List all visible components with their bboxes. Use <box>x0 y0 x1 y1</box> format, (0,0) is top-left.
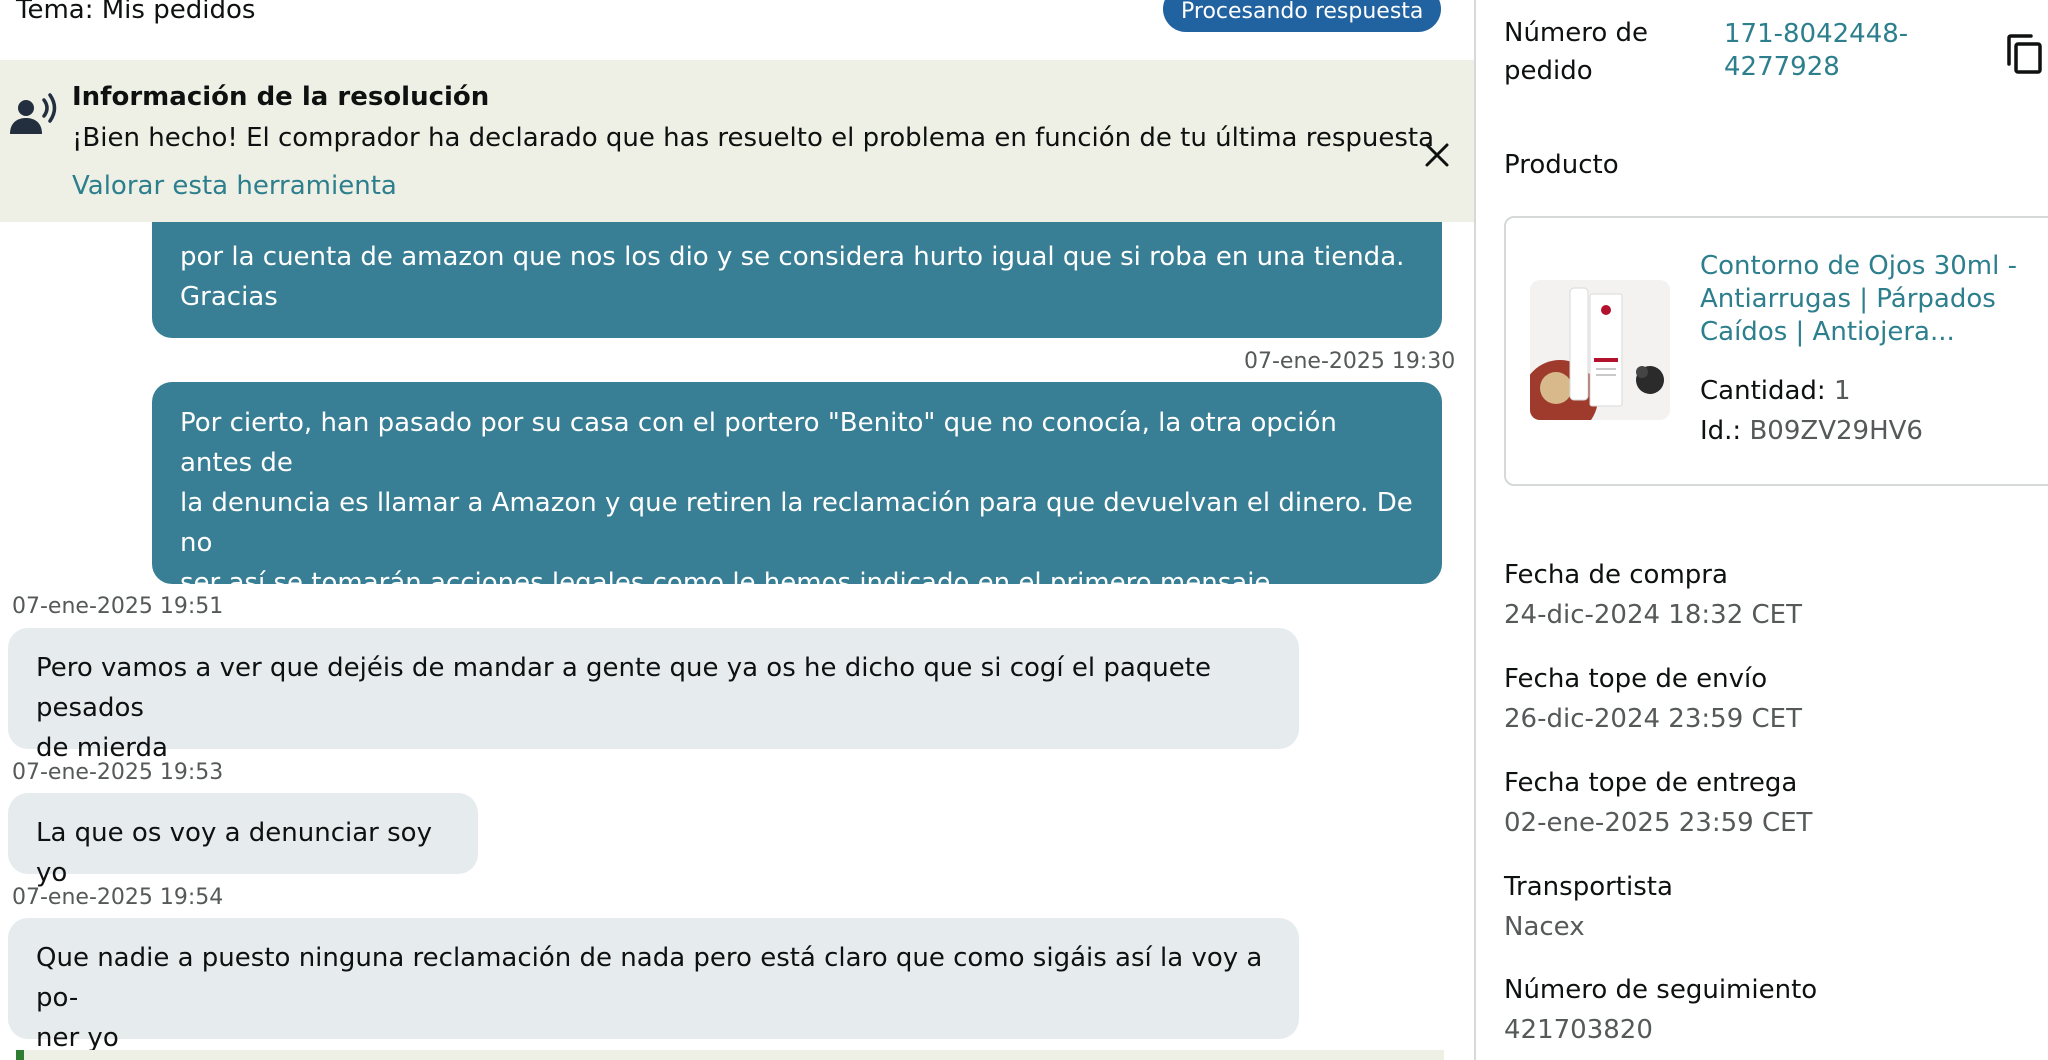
order-number-label-line: Número de <box>1504 18 1649 48</box>
message-timestamp: 07-ene-2025 19:54 <box>12 885 224 910</box>
message-line: La que os voy a denunciar soy yo <box>36 818 432 888</box>
user-speaking-icon <box>10 93 57 134</box>
product-title-line: Antiarrugas | Párpados <box>1700 284 1996 314</box>
message-line: Que nadie a puesto ninguna reclamación d… <box>36 943 1263 1013</box>
message-bubble-outgoing: Por cierto, han pasado por su casa con e… <box>152 382 1442 638</box>
banner-message: ¡Bien hecho! El comprador ha declarado q… <box>72 123 1435 153</box>
message-bubble-incoming: Que nadie a puesto ninguna reclamación d… <box>8 918 1299 1053</box>
message-line: la denuncia es llamar a Amazon y que ret… <box>180 488 1413 558</box>
order-number-label: Número de pedido <box>1504 14 1704 90</box>
tracking-number-label: Número de seguimiento <box>1504 975 1818 1005</box>
order-number-line: 171-8042448- <box>1724 19 1909 49</box>
product-quantity: Cantidad: 1 <box>1700 372 1851 410</box>
deliver-by-value: 02-ene-2025 23:59 CET <box>1504 808 1813 838</box>
message-line: Gracias <box>180 282 278 312</box>
ship-by-value: 26-dic-2024 23:59 CET <box>1504 704 1802 734</box>
rate-tool-link[interactable]: Valorar esta herramienta <box>72 169 397 203</box>
next-banner-edge <box>16 1050 1444 1060</box>
order-number-label-line: pedido <box>1504 56 1593 86</box>
product-title-line: Contorno de Ojos 30ml - <box>1700 251 2017 281</box>
product-id: Id.: B09ZV29HV6 <box>1700 412 1923 450</box>
product-card: Contorno de Ojos 30ml - Antiarrugas | Pá… <box>1504 216 2048 486</box>
product-title-link[interactable]: Contorno de Ojos 30ml - Antiarrugas | Pá… <box>1700 250 2040 349</box>
conversation-topic: Tema: Mis pedidos <box>16 0 256 25</box>
status-badge: Procesando respuesta <box>1163 0 1442 32</box>
banner-title: Información de la resolución <box>72 82 490 112</box>
deliver-by-label: Fecha tope de entrega <box>1504 768 1798 798</box>
quantity-value: 1 <box>1833 376 1851 406</box>
quantity-label: Cantidad: <box>1700 376 1826 406</box>
carrier-value: Nacex <box>1504 912 1585 942</box>
copy-icon[interactable] <box>2004 32 2044 76</box>
message-line: Pero vamos a ver que dejéis de mandar a … <box>36 653 1211 723</box>
tracking-number-value: 421703820 <box>1504 1015 1653 1045</box>
purchase-date-value: 24-dic-2024 18:32 CET <box>1504 600 1802 630</box>
order-number-link[interactable]: 171-8042448- 4277928 <box>1724 18 1908 84</box>
product-title-line: Caídos | Antiojera... <box>1700 317 1955 347</box>
purchase-date-label: Fecha de compra <box>1504 560 1728 590</box>
product-section-label: Producto <box>1504 150 1619 180</box>
message-line: Por cierto, han pasado por su casa con e… <box>180 408 1337 478</box>
message-timestamp: 07-ene-2025 19:53 <box>12 760 224 785</box>
message-line: ser así se tomarán acciones legales como… <box>180 568 1279 598</box>
carrier-label: Transportista <box>1504 872 1673 902</box>
message-line: por la cuenta de amazon que nos los dio … <box>180 242 1405 272</box>
message-bubble-incoming: La que os voy a denunciar soy yo <box>8 793 478 888</box>
ship-by-label: Fecha tope de envío <box>1504 664 1768 694</box>
product-thumbnail-icon <box>1530 280 1670 420</box>
message-timestamp: 07-ene-2025 19:51 <box>12 594 224 619</box>
product-id-label: Id.: <box>1700 416 1742 446</box>
product-image[interactable] <box>1530 280 1670 420</box>
product-id-value: B09ZV29HV6 <box>1749 416 1923 446</box>
order-number-line: 4277928 <box>1724 52 1840 82</box>
message-timestamp: 07-ene-2025 19:30 <box>1244 349 1456 374</box>
order-details-panel: Número de pedido 171-8042448- 4277928 Pr… <box>1476 0 2048 1060</box>
message-bubble-incoming: Pero vamos a ver que dejéis de mandar a … <box>8 628 1299 763</box>
